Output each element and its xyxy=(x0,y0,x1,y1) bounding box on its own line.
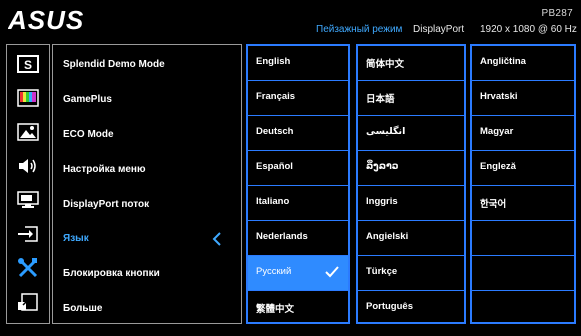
language-option[interactable]: Italiano xyxy=(248,186,348,221)
language-option[interactable]: ລິ່ງລາວ xyxy=(358,151,464,186)
language-option[interactable]: Inggris xyxy=(358,186,464,221)
svg-text:ASUS: ASUS xyxy=(8,6,84,34)
language-option[interactable]: انگلیسی xyxy=(358,116,464,151)
language-option[interactable]: Engleză xyxy=(472,151,574,186)
language-option[interactable]: 繁體中文 xyxy=(248,291,348,326)
current-resolution: 1920 x 1080 @ 60 Hz xyxy=(480,24,577,35)
chevron-left-icon xyxy=(212,232,221,246)
language-option[interactable]: 日本語 xyxy=(358,81,464,116)
language-option[interactable]: Hrvatski xyxy=(472,81,574,116)
color-bars-icon[interactable] xyxy=(7,81,49,115)
language-option[interactable]: English xyxy=(248,46,348,81)
language-option[interactable]: Español xyxy=(248,151,348,186)
settings-menu: Splendid Demo Mode GamePlus ECO Mode Нас… xyxy=(52,44,242,324)
speaker-icon[interactable] xyxy=(7,149,49,183)
osd-header: ASUS PB287 Пейзажный режим DisplayPort 1… xyxy=(0,0,581,42)
language-option-selected[interactable]: Русский xyxy=(248,256,348,291)
model-name: PB287 xyxy=(541,8,573,19)
checkmark-icon xyxy=(325,266,339,278)
language-option[interactable]: Français xyxy=(248,81,348,116)
wrench-screwdriver-icon[interactable] xyxy=(7,251,49,285)
language-option[interactable]: Magyar xyxy=(472,116,574,151)
language-option[interactable]: 简体中文 xyxy=(358,46,464,81)
svg-text:S: S xyxy=(24,58,32,72)
language-option[interactable]: Português xyxy=(358,291,464,326)
category-icon-column: S xyxy=(6,44,50,324)
shortcut-icon[interactable] xyxy=(7,285,49,319)
asus-logo: ASUS xyxy=(8,6,84,34)
language-option[interactable]: Angielski xyxy=(358,221,464,256)
picture-icon[interactable] xyxy=(7,115,49,149)
splendid-s-icon[interactable]: S xyxy=(7,47,49,81)
menu-item-splendid-demo[interactable]: Splendid Demo Mode xyxy=(63,57,165,73)
menu-item-key-lock[interactable]: Блокировка кнопки xyxy=(63,266,160,282)
menu-item-language[interactable]: Язык xyxy=(63,231,89,247)
language-option-empty xyxy=(472,256,574,291)
language-option[interactable]: 한국어 xyxy=(472,186,574,221)
menu-item-gameplus[interactable]: GamePlus xyxy=(63,92,112,108)
menu-item-more[interactable]: Больше xyxy=(63,301,102,317)
menu-item-eco-mode[interactable]: ECO Mode xyxy=(63,127,114,143)
current-input: DisplayPort xyxy=(413,24,465,35)
language-option[interactable]: Nederlands xyxy=(248,221,348,256)
input-select-icon[interactable] xyxy=(7,217,49,251)
current-mode: Пейзажный режим xyxy=(316,24,403,35)
language-column-1: English Français Deutsch Español Italian… xyxy=(246,44,350,324)
language-option[interactable]: Deutsch xyxy=(248,116,348,151)
language-column-3: Angličtina Hrvatski Magyar Engleză 한국어 xyxy=(470,44,576,324)
language-column-2: 简体中文 日本語 انگلیسی ລິ່ງລາວ Inggris Angiels… xyxy=(356,44,466,324)
language-option[interactable]: Angličtina xyxy=(472,46,574,81)
language-option-empty xyxy=(472,221,574,256)
monitor-icon[interactable] xyxy=(7,183,49,217)
menu-item-menu-settings[interactable]: Настройка меню xyxy=(63,162,146,178)
language-option[interactable]: Türkçe xyxy=(358,256,464,291)
menu-item-displayport-stream[interactable]: DisplayPort поток xyxy=(63,197,149,213)
language-option-empty xyxy=(472,291,574,326)
